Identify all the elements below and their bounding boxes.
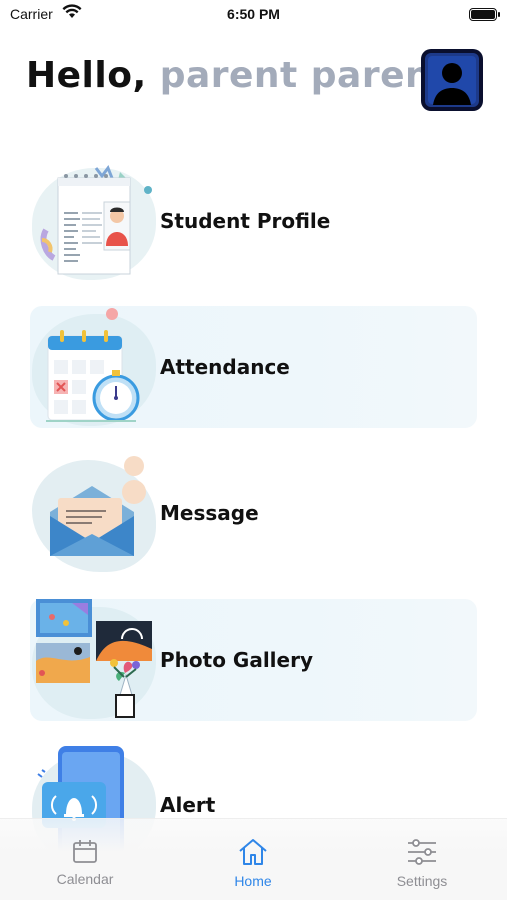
menu-card-photo-gallery[interactable]: Photo Gallery — [30, 599, 477, 721]
greeting-text: Hello, — [26, 55, 147, 96]
menu-card-label: Attendance — [160, 355, 290, 379]
status-bar: Carrier 6:50 PM — [0, 0, 507, 30]
message-envelope-icon — [50, 456, 146, 556]
tab-bar: Calendar Home Settings — [0, 818, 507, 900]
menu-card-message[interactable]: Message — [30, 452, 477, 574]
user-silhouette-icon — [425, 53, 479, 107]
tab-settings[interactable]: Settings — [362, 819, 482, 900]
student-profile-icon — [40, 164, 152, 275]
calendar-icon — [73, 840, 97, 863]
menu-card-label: Photo Gallery — [160, 648, 313, 672]
attendance-calendar-icon — [46, 308, 140, 422]
menu-card-student-profile[interactable]: Student Profile — [30, 160, 477, 282]
tab-label: Calendar — [56, 871, 114, 887]
tab-home[interactable]: Home — [193, 819, 313, 900]
tab-label: Settings — [396, 873, 448, 889]
tab-calendar[interactable]: Calendar — [25, 819, 145, 900]
sliders-icon — [408, 839, 436, 865]
photo-gallery-icon — [36, 599, 152, 718]
greeting-title: Hello, parent pareni — [26, 55, 444, 96]
menu-card-attendance[interactable]: Attendance — [30, 306, 477, 428]
avatar[interactable] — [421, 49, 483, 111]
menu-card-label: Student Profile — [160, 209, 331, 233]
tab-label: Home — [234, 873, 272, 889]
home-icon — [239, 839, 267, 865]
clock: 6:50 PM — [227, 6, 280, 22]
menu-card-label: Message — [160, 501, 259, 525]
battery-icon — [469, 8, 500, 21]
user-name: parent pareni — [159, 55, 444, 96]
